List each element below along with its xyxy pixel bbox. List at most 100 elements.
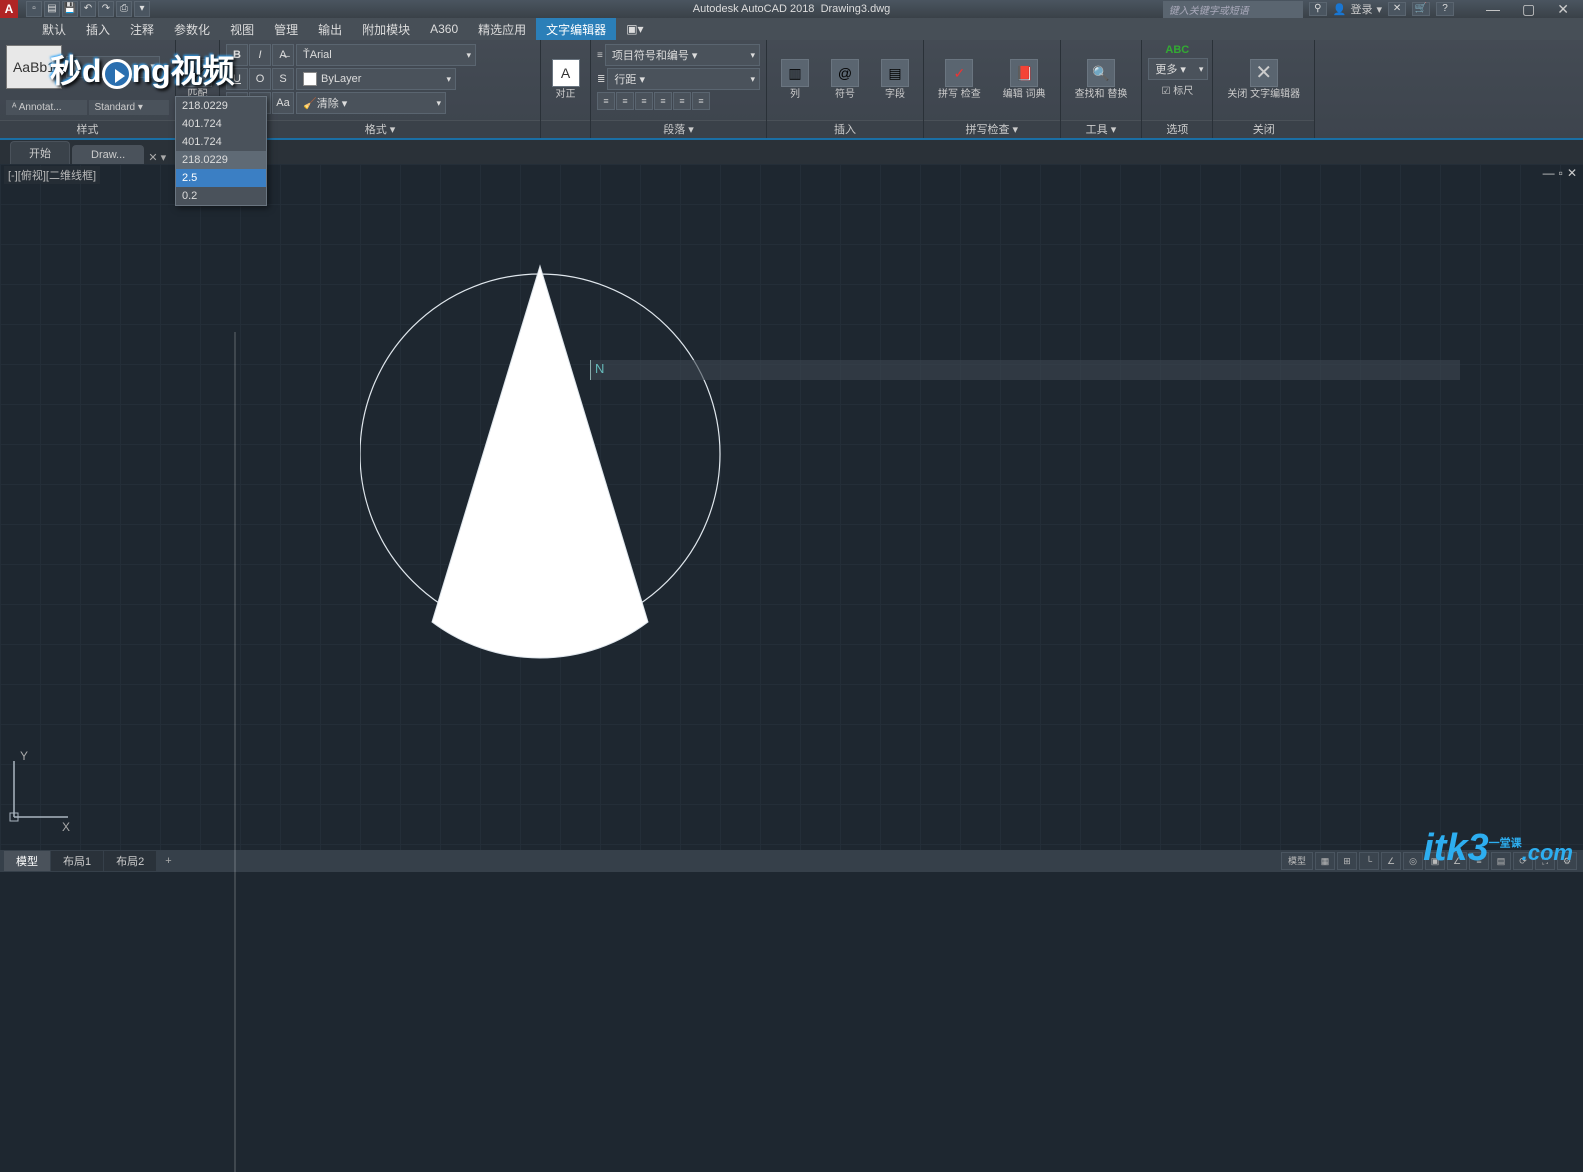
compass-drawing	[360, 264, 740, 664]
tab-manage[interactable]: 管理	[264, 18, 308, 41]
status-polar-icon[interactable]: ∠	[1381, 852, 1401, 870]
columns-icon: ▥	[781, 59, 809, 87]
dropdown-item[interactable]: 218.0229	[176, 97, 266, 115]
cart-icon[interactable]: 🛒	[1412, 2, 1430, 16]
infocenter-icon[interactable]: ⚲	[1309, 2, 1327, 16]
align-center-button[interactable]: ≡	[616, 92, 634, 110]
status-osnap-icon[interactable]: ◎	[1403, 852, 1423, 870]
layout-tab-add-icon[interactable]: +	[157, 853, 179, 869]
tab-output[interactable]: 输出	[308, 18, 352, 41]
tab-drawing[interactable]: Draw...	[72, 145, 144, 164]
maximize-button[interactable]: ▢	[1516, 1, 1541, 18]
symbol-button[interactable]: @符号	[823, 57, 867, 103]
align-justify-button[interactable]: ≡	[654, 92, 672, 110]
spellcheck-button[interactable]: ✓拼写 检查	[930, 57, 989, 103]
drawing-canvas[interactable]: [-][俯视][二维线框] — ▫ ✕ N Y X	[0, 164, 1583, 850]
panel-label-paragraph[interactable]: 段落 ▾	[591, 120, 766, 138]
align-6-button[interactable]: ≡	[692, 92, 710, 110]
case-button[interactable]: Aa	[272, 92, 294, 114]
strike-button[interactable]: A̶	[272, 44, 294, 66]
align-dist-button[interactable]: ≡	[673, 92, 691, 110]
tab-add-icon[interactable]: ✕ ▾	[146, 151, 168, 164]
panel-label-tools[interactable]: 工具 ▾	[1061, 120, 1142, 138]
columns-button[interactable]: ▥列	[773, 57, 817, 103]
clear-format-dropdown[interactable]: 🧹 清除 ▾	[296, 92, 446, 114]
tab-default[interactable]: 默认	[32, 18, 76, 41]
standard-style-dropdown[interactable]: Standard ▾	[89, 100, 170, 115]
close-window-button[interactable]: ✕	[1551, 1, 1575, 18]
panel-label-format[interactable]: 格式 ▾	[220, 120, 540, 138]
panel-label-insert: 插入	[767, 120, 923, 138]
align-left-button[interactable]: ≡	[597, 92, 615, 110]
align-right-button[interactable]: ≡	[635, 92, 653, 110]
app-logo-icon[interactable]: A	[0, 0, 18, 18]
more-options-dropdown[interactable]: 更多 ▾	[1148, 58, 1208, 80]
qat-open-icon[interactable]: ▤	[44, 1, 60, 17]
font-dropdown[interactable]: Ť Arial	[296, 44, 476, 66]
panel-label-close: 关闭	[1213, 120, 1314, 138]
panel-label-spell[interactable]: 拼写检查 ▾	[924, 120, 1060, 138]
layout-tab-2[interactable]: 布局2	[104, 851, 156, 871]
text-height-dropdown-list: 218.0229 401.724 401.724 218.0229 2.5 0.…	[175, 96, 267, 206]
mtext-editor-box[interactable]: N	[590, 360, 1460, 380]
annotative-label[interactable]: ᴬ Annotat...	[6, 100, 87, 115]
linespacing-dropdown[interactable]: 行距 ▾	[607, 68, 760, 90]
color-dropdown[interactable]: ByLayer	[296, 68, 456, 90]
bullets-dropdown[interactable]: 项目符号和编号 ▾	[605, 44, 760, 66]
panel-format: B I A̶ Ť Arial U O S ByLayer X² X₂ Aa	[220, 40, 541, 138]
qat-redo-icon[interactable]: ↷	[98, 1, 114, 17]
qat-new-icon[interactable]: ▫	[26, 1, 42, 17]
ucs-icon: Y X	[6, 755, 76, 830]
tab-annotate[interactable]: 注释	[120, 18, 164, 41]
vp-minimize-icon[interactable]: —	[1543, 166, 1555, 180]
status-snap-icon[interactable]: ⊞	[1337, 852, 1357, 870]
tab-featured[interactable]: 精选应用	[468, 18, 536, 41]
dropdown-item[interactable]: 0.2	[176, 187, 266, 205]
layout-tab-model[interactable]: 模型	[4, 851, 50, 871]
tab-view[interactable]: 视图	[220, 18, 264, 41]
grid-overlay	[0, 164, 1583, 850]
vp-maximize-icon[interactable]: ▫	[1559, 166, 1563, 180]
qat-print-icon[interactable]: ⎙	[116, 1, 132, 17]
help-search-input[interactable]: 键入关键字或短语	[1163, 1, 1303, 18]
viewport-label[interactable]: [-][俯视][二维线框]	[4, 166, 100, 184]
symbol-icon: @	[831, 59, 859, 87]
window-title: Autodesk AutoCAD 2018 Drawing3.dwg	[693, 3, 891, 15]
italic-button[interactable]: I	[249, 44, 271, 66]
spell-icon: ✓	[945, 59, 973, 87]
tab-overflow-icon[interactable]: ▣▾	[616, 19, 653, 39]
justify-button[interactable]: A 对正	[544, 57, 588, 103]
tab-insert[interactable]: 插入	[76, 18, 120, 41]
tab-text-editor[interactable]: 文字编辑器	[536, 18, 616, 41]
signin-button[interactable]: 👤 登录 ▾	[1333, 1, 1382, 17]
tab-start[interactable]: 开始	[10, 141, 70, 164]
ruler-toggle[interactable]: ☑ 标尺	[1148, 82, 1206, 97]
field-button[interactable]: ▤字段	[873, 57, 917, 103]
qat-more-icon[interactable]: ▾	[134, 1, 150, 17]
layout-tab-1[interactable]: 布局1	[51, 851, 103, 871]
help-icon[interactable]: ?	[1436, 2, 1454, 16]
qat-undo-icon[interactable]: ↶	[80, 1, 96, 17]
close-editor-button[interactable]: ✕关闭 文字编辑器	[1219, 57, 1308, 103]
status-ortho-icon[interactable]: └	[1359, 852, 1379, 870]
dropdown-item[interactable]: 401.724	[176, 115, 266, 133]
tab-parametric[interactable]: 参数化	[164, 18, 220, 41]
status-grid-icon[interactable]: ▦	[1315, 852, 1335, 870]
title-bar: A ▫ ▤ 💾 ↶ ↷ ⎙ ▾ Autodesk AutoCAD 2018 Dr…	[0, 0, 1583, 18]
status-model-button[interactable]: 模型	[1281, 852, 1313, 870]
tab-addins[interactable]: 附加模块	[352, 18, 420, 41]
strikethrough-button[interactable]: S	[272, 68, 294, 90]
panel-insert: ▥列 @符号 ▤字段 插入	[767, 40, 924, 138]
dropdown-item-selected[interactable]: 2.5	[176, 169, 266, 187]
find-replace-button[interactable]: 🔍查找和 替换	[1067, 57, 1136, 103]
exchange-icon[interactable]: ✕	[1388, 2, 1406, 16]
vp-close-icon[interactable]: ✕	[1567, 166, 1577, 180]
ribbon-tabs: 默认 插入 注释 参数化 视图 管理 输出 附加模块 A360 精选应用 文字编…	[0, 18, 1583, 40]
minimize-button[interactable]: —	[1480, 1, 1506, 18]
tab-a360[interactable]: A360	[420, 19, 468, 39]
overline-button[interactable]: O	[249, 68, 271, 90]
qat-save-icon[interactable]: 💾	[62, 1, 78, 17]
edit-dict-button[interactable]: 📕编辑 词典	[995, 57, 1054, 103]
dropdown-item[interactable]: 401.724	[176, 133, 266, 151]
dropdown-item[interactable]: 218.0229	[176, 151, 266, 169]
